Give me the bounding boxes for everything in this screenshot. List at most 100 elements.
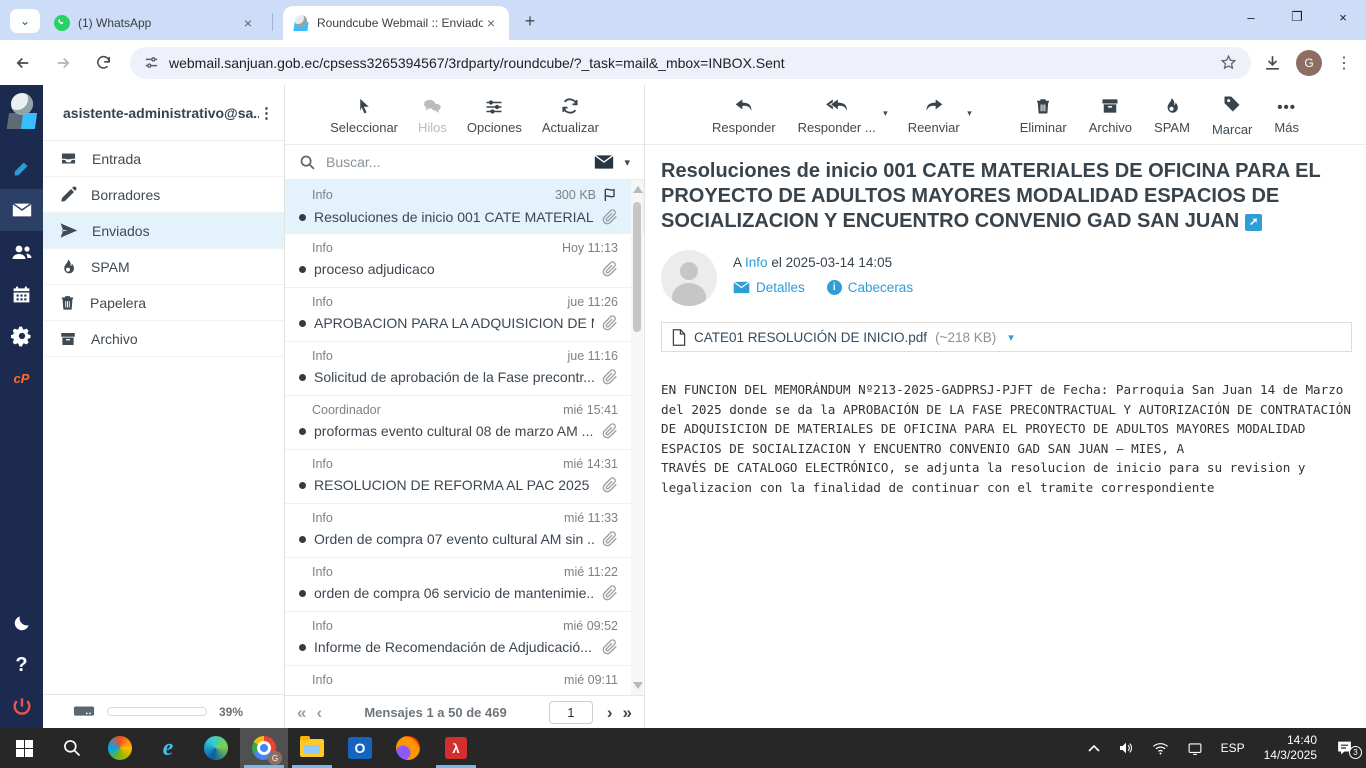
folder-entrada[interactable]: Entrada — [43, 141, 284, 177]
list-item[interactable]: Infomié 11:33 Orden de compra 07 evento … — [285, 504, 644, 558]
site-settings-icon[interactable] — [144, 55, 159, 70]
tab-roundcube[interactable]: Roundcube Webmail :: Enviados × — [283, 6, 509, 40]
firefox-icon[interactable] — [384, 728, 432, 768]
list-item[interactable]: Infojue 11:26 APROBACION PARA LA ADQUISI… — [285, 288, 644, 342]
scroll-up-arrow[interactable] — [633, 186, 643, 193]
rail-mail-button[interactable] — [0, 189, 43, 231]
volume-icon[interactable] — [1111, 741, 1141, 755]
address-bar[interactable]: webmail.sanjuan.gob.ec/cpsess3265394567/… — [130, 47, 1251, 79]
clock-date: 14/3/2025 — [1264, 748, 1317, 763]
logout-icon[interactable] — [0, 686, 43, 728]
window-minimize-button[interactable]: – — [1228, 0, 1274, 34]
taskbar-search-button[interactable] — [48, 728, 96, 768]
browser-menu-icon[interactable]: ⋮ — [1336, 53, 1352, 73]
search-scope-icon[interactable] — [594, 154, 614, 170]
window-close-button[interactable]: × — [1320, 0, 1366, 34]
flag-icon[interactable] — [602, 187, 618, 203]
rail-settings-button[interactable] — [0, 315, 43, 357]
first-page-button[interactable]: « — [297, 704, 306, 721]
list-item[interactable]: Infojue 11:16 Solicitud de aprobación de… — [285, 342, 644, 396]
new-tab-button[interactable]: + — [518, 9, 542, 33]
tab-close-icon[interactable]: × — [483, 15, 499, 31]
chrome-taskbar-button[interactable]: G — [240, 728, 288, 768]
rail-calendar-button[interactable] — [0, 273, 43, 315]
dark-mode-icon[interactable] — [0, 602, 43, 644]
folder-enviados[interactable]: Enviados — [43, 213, 284, 249]
folder-spam[interactable]: SPAM — [43, 249, 284, 285]
reply-all-button[interactable]: Responder ... ▾ — [798, 94, 876, 135]
search-input[interactable] — [326, 154, 584, 170]
copilot-icon[interactable] — [96, 728, 144, 768]
reply-button[interactable]: Responder — [712, 94, 776, 135]
archive-button[interactable]: Archivo — [1089, 94, 1132, 135]
notification-center-icon[interactable]: 3 — [1329, 740, 1360, 756]
forward-caret-icon[interactable]: ▾ — [967, 108, 972, 119]
forward-button[interactable]: Reenviar ▾ — [908, 94, 960, 135]
more-dots-icon: ••• — [1277, 94, 1296, 116]
last-page-button[interactable]: » — [623, 704, 632, 721]
search-options-chevron-icon[interactable]: ▾ — [624, 156, 630, 169]
reply-all-caret-icon[interactable]: ▾ — [883, 108, 888, 119]
tab-whatsapp[interactable]: (1) WhatsApp × — [44, 6, 266, 40]
taskbar-clock[interactable]: 14:40 14/3/2025 — [1256, 733, 1325, 763]
spam-button[interactable]: SPAM — [1154, 94, 1190, 135]
folder-papelera[interactable]: Papelera — [43, 285, 284, 321]
compose-button[interactable] — [0, 147, 43, 189]
page-number-input[interactable] — [549, 701, 593, 724]
tab-title: Roundcube Webmail :: Enviados — [317, 16, 483, 30]
internet-explorer-icon[interactable]: e — [144, 728, 192, 768]
attachment-menu-caret-icon[interactable]: ▾ — [1008, 331, 1014, 344]
language-indicator[interactable]: ESP — [1214, 741, 1252, 755]
forward-button[interactable] — [46, 46, 80, 80]
list-item[interactable]: Infomié 09:52 Informe de Recomendación d… — [285, 612, 644, 666]
scrollbar-thumb[interactable] — [633, 202, 641, 332]
list-scrollbar[interactable] — [631, 180, 643, 695]
account-header[interactable]: asistente-administrativo@sa... ⋮ — [43, 85, 284, 141]
delete-button[interactable]: Eliminar — [1020, 94, 1067, 135]
headers-toggle[interactable]: i Cabeceras — [827, 280, 913, 295]
tab-search-button[interactable]: ⌄ — [10, 9, 40, 33]
open-in-new-window-icon[interactable]: ➚ — [1245, 214, 1262, 231]
refresh-button[interactable]: Actualizar — [542, 94, 599, 135]
display-connect-icon[interactable] — [1180, 742, 1210, 755]
mark-button[interactable]: Marcar — [1212, 92, 1252, 137]
start-button[interactable] — [0, 728, 48, 768]
reload-button[interactable] — [86, 46, 120, 80]
list-item[interactable]: InfoHoy 11:13 proceso adjudicaco — [285, 234, 644, 288]
select-button[interactable]: Seleccionar — [330, 94, 398, 135]
wifi-icon[interactable] — [1145, 742, 1176, 755]
details-toggle[interactable]: Detalles — [733, 280, 805, 295]
downloads-icon[interactable] — [1263, 53, 1282, 72]
account-menu-icon[interactable]: ⋮ — [259, 104, 274, 122]
bookmark-star-icon[interactable] — [1220, 54, 1237, 71]
help-icon[interactable]: ? — [0, 644, 43, 686]
list-item[interactable]: Infomié 09:11 — [285, 666, 644, 695]
back-button[interactable] — [6, 46, 40, 80]
list-item[interactable]: Info 300 KB Resoluciones de inicio 001 C… — [285, 180, 644, 234]
acrobat-icon[interactable]: λ — [432, 728, 480, 768]
threads-button[interactable]: Hilos — [418, 94, 447, 135]
account-name: asistente-administrativo@sa... — [63, 105, 259, 121]
file-explorer-icon[interactable] — [288, 728, 336, 768]
more-button[interactable]: ••• Más — [1274, 94, 1299, 135]
edge-icon[interactable] — [192, 728, 240, 768]
cpanel-icon[interactable]: cP — [0, 357, 43, 399]
browser-profile-avatar[interactable]: G — [1296, 50, 1322, 76]
window-restore-button[interactable]: ❐ — [1274, 0, 1320, 34]
next-page-button[interactable]: › — [607, 704, 613, 721]
rail-contacts-button[interactable] — [0, 231, 43, 273]
tray-chevron-icon[interactable] — [1081, 744, 1107, 752]
recipient-link[interactable]: Info — [745, 255, 768, 270]
folder-archivo[interactable]: Archivo — [43, 321, 284, 357]
list-item[interactable]: Infomié 14:31 RESOLUCION DE REFORMA AL P… — [285, 450, 644, 504]
folder-borradores[interactable]: Borradores — [43, 177, 284, 213]
attachment-item[interactable]: CATE01 RESOLUCIÓN DE INICIO.pdf (~218 KB… — [661, 322, 1352, 352]
outlook-icon[interactable]: O — [336, 728, 384, 768]
options-button[interactable]: Opciones — [467, 94, 522, 135]
list-item[interactable]: Coordinadormié 15:41 proformas evento cu… — [285, 396, 644, 450]
list-item[interactable]: Infomié 11:22 orden de compra 06 servici… — [285, 558, 644, 612]
prev-page-button[interactable]: ‹ — [316, 704, 322, 721]
info-icon: i — [827, 280, 842, 295]
scroll-down-arrow[interactable] — [633, 682, 643, 689]
tab-close-icon[interactable]: × — [240, 15, 256, 31]
